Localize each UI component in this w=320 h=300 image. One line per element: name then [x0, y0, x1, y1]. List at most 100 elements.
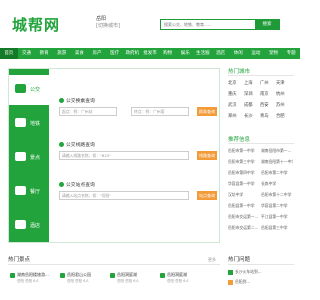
line-section: 公交线路查询 请输入线路名称，如："B25" 线路查询	[59, 141, 217, 171]
site-logo[interactable]: 城帮网	[12, 14, 60, 35]
hot-city-link[interactable]: 深圳	[244, 91, 253, 97]
metro-icon	[15, 118, 26, 127]
city-block: 岳阳 [切换城市]	[96, 16, 120, 30]
sidebar-item-hotel[interactable]: 酒店	[9, 211, 49, 241]
station-search-button[interactable]: 站点查询	[197, 191, 217, 200]
hot-city-link[interactable]: 成都	[244, 102, 253, 108]
hot-city-link[interactable]: 青岛	[260, 113, 269, 119]
station-input[interactable]: 请输入站点名称，如："岳阳"	[59, 191, 189, 200]
nav-item[interactable]: 购物	[159, 48, 177, 59]
hot-city-link[interactable]: 杭州	[276, 91, 285, 97]
bus-icon	[15, 84, 26, 93]
hot-city-link[interactable]: 重庆	[228, 91, 237, 97]
attraction-name: 岳阳洞庭湖	[167, 272, 187, 277]
nav-item[interactable]: 旅游	[53, 48, 71, 59]
recommend-link[interactable]: 岳阳市第一中学	[228, 148, 260, 154]
recommend-link[interactable]: 岳阳县第三中学	[261, 225, 293, 231]
search-input[interactable]	[161, 20, 257, 29]
hot-attractions: 热门景点 更多 湖南岳阳楼旅游... 岳阳 岳阳 6人 岳阳君山公园 岳阳 岳阳 6人…	[8, 255, 220, 300]
recommend-link[interactable]: 岳阳市交运第一...	[228, 214, 260, 220]
sidebar-item-metro[interactable]: 地铁	[9, 109, 49, 139]
from-input[interactable]: 起点：例：广州站	[59, 107, 117, 116]
attraction-card[interactable]: 岳阳洞庭湖 岳阳 岳阳 6人	[108, 271, 148, 293]
recommend-link[interactable]: 岳阳市第十二中学	[261, 192, 293, 198]
question-link[interactable]: 岳阳到...	[228, 279, 250, 285]
hot-city-link[interactable]: 合肥	[276, 113, 285, 119]
hotel-icon	[15, 220, 26, 229]
hot-city-link[interactable]: 西安	[260, 102, 269, 108]
nav-item[interactable]: 批发市场	[141, 48, 159, 67]
sidebar-item-bus[interactable]: 公交	[9, 75, 49, 105]
hot-city-link[interactable]: 广州	[260, 80, 269, 86]
recommend-link[interactable]: 平江县第一中学	[261, 214, 293, 220]
hot-questions: 热门问题 长沙火车站到... 岳阳到...	[228, 255, 294, 300]
recommend-link[interactable]: 华容县第一中学	[228, 181, 260, 187]
search-button[interactable]: 搜索	[255, 20, 279, 29]
nav-item[interactable]: 娱乐	[176, 48, 194, 59]
line-search-button[interactable]: 线路查询	[197, 151, 217, 160]
main-nav: 首页 交通 教育 旅游 美食 房产 医疗 政府机构 批发市场 购物 娱乐 生活服务 酒店 休闲 运动 宠物 专题	[0, 48, 300, 67]
sidebar-item-restaurant[interactable]: 餐厅	[9, 177, 49, 207]
section-title: 公交站点查询	[59, 181, 95, 188]
question-icon	[228, 269, 233, 275]
nav-item[interactable]: 宠物	[265, 48, 283, 59]
attraction-meta: 岳阳 岳阳 6人	[67, 279, 89, 283]
recommend-link[interactable]: 岳阳市第四中学	[228, 170, 260, 176]
nav-item[interactable]: 交通	[18, 48, 36, 59]
transfer-search-button[interactable]: 换乘查询	[197, 107, 217, 116]
attraction-card[interactable]: 岳阳洞庭湖 岳阳 岳阳 6人	[158, 271, 198, 293]
nav-item[interactable]: 医疗	[106, 48, 124, 59]
nav-item[interactable]: 酒店	[212, 48, 230, 59]
recommend-link[interactable]: 湖南岳阳第十一中学	[261, 159, 293, 165]
recommend-link[interactable]: 岳阳市第二中学	[261, 170, 293, 176]
pin-icon	[10, 273, 15, 278]
nav-item[interactable]: 休闲	[229, 48, 247, 59]
more-link[interactable]: 更多	[208, 257, 216, 263]
hot-city-link[interactable]: 苏州	[276, 102, 285, 108]
attraction-card[interactable]: 湖南岳阳楼旅游... 岳阳 岳阳 6人	[8, 271, 49, 293]
recommend-link[interactable]: 岳阳县第一中学	[228, 203, 260, 209]
hot-city-link[interactable]: 长沙	[244, 113, 253, 119]
nav-item[interactable]: 运动	[247, 48, 265, 59]
city-name: 岳阳	[96, 16, 107, 22]
nav-item[interactable]: 专题	[282, 48, 300, 59]
nav-item[interactable]: 美食	[71, 48, 89, 59]
pin-icon	[160, 273, 165, 278]
attraction-card[interactable]: 岳阳君山公园 岳阳 岳阳 6人	[58, 271, 98, 293]
attraction-meta: 岳阳 岳阳 6人	[117, 279, 139, 283]
nav-item[interactable]: 房产	[88, 48, 106, 59]
to-input[interactable]: 终点：例：广州塔	[131, 107, 189, 116]
nav-item[interactable]: 政府机构	[124, 48, 142, 67]
hot-city-link[interactable]: 郑州	[228, 113, 237, 119]
dot-icon	[59, 98, 64, 103]
attraction-icon	[15, 152, 26, 161]
recommend-link[interactable]: 汉坊中学	[228, 192, 260, 198]
recommend-link[interactable]: 长炼中学	[261, 181, 293, 187]
header: 城帮网 岳阳 [切换城市] 搜索	[0, 0, 300, 42]
city-switch-link[interactable]: [切换城市]	[96, 23, 120, 30]
line-input[interactable]: 请输入线路名称，如："B25"	[59, 151, 189, 160]
nav-item[interactable]: 生活服务	[194, 48, 212, 67]
hot-city-link[interactable]: 南京	[260, 91, 269, 97]
sidebar-item-attraction[interactable]: 景点	[9, 143, 49, 173]
nav-item[interactable]: 首页	[0, 48, 18, 59]
recommend-link[interactable]: 岳阳市第三中学	[228, 159, 260, 165]
hot-city-link[interactable]: 武汉	[228, 102, 237, 108]
pin-icon	[60, 273, 65, 278]
recommend-link[interactable]: 湖南岳阳市第一...	[261, 148, 293, 154]
question-link[interactable]: 长沙火车站到...	[228, 269, 261, 275]
attraction-name: 湖南岳阳楼旅游...	[17, 272, 49, 277]
recommend-link[interactable]: 华容县第二中学	[261, 203, 293, 209]
category-sidebar: 公交 地铁 景点 餐厅 酒店	[9, 69, 49, 242]
hot-city-link[interactable]: 天津	[276, 80, 285, 86]
transfer-section: 公交换乘查询 起点：例：广州站 终点：例：广州塔 换乘查询	[59, 97, 217, 127]
nav-item[interactable]: 教育	[35, 48, 53, 59]
hot-city-link[interactable]: 北京	[228, 80, 237, 86]
pin-icon	[110, 273, 115, 278]
right-column: 热门城市 北京 上海 广州 天津 重庆 深圳 南京 杭州 武汉 成都 西安 苏州 郑州 长沙 青岛 合肥 推荐…	[228, 68, 294, 239]
attraction-name: 岳阳君山公园	[67, 272, 91, 277]
hot-cities-title: 热门城市	[228, 68, 294, 76]
recommend-link[interactable]: 岳阳市交运第二...	[228, 225, 260, 231]
hot-city-link[interactable]: 上海	[244, 80, 253, 86]
search-box: 搜索	[160, 19, 280, 30]
